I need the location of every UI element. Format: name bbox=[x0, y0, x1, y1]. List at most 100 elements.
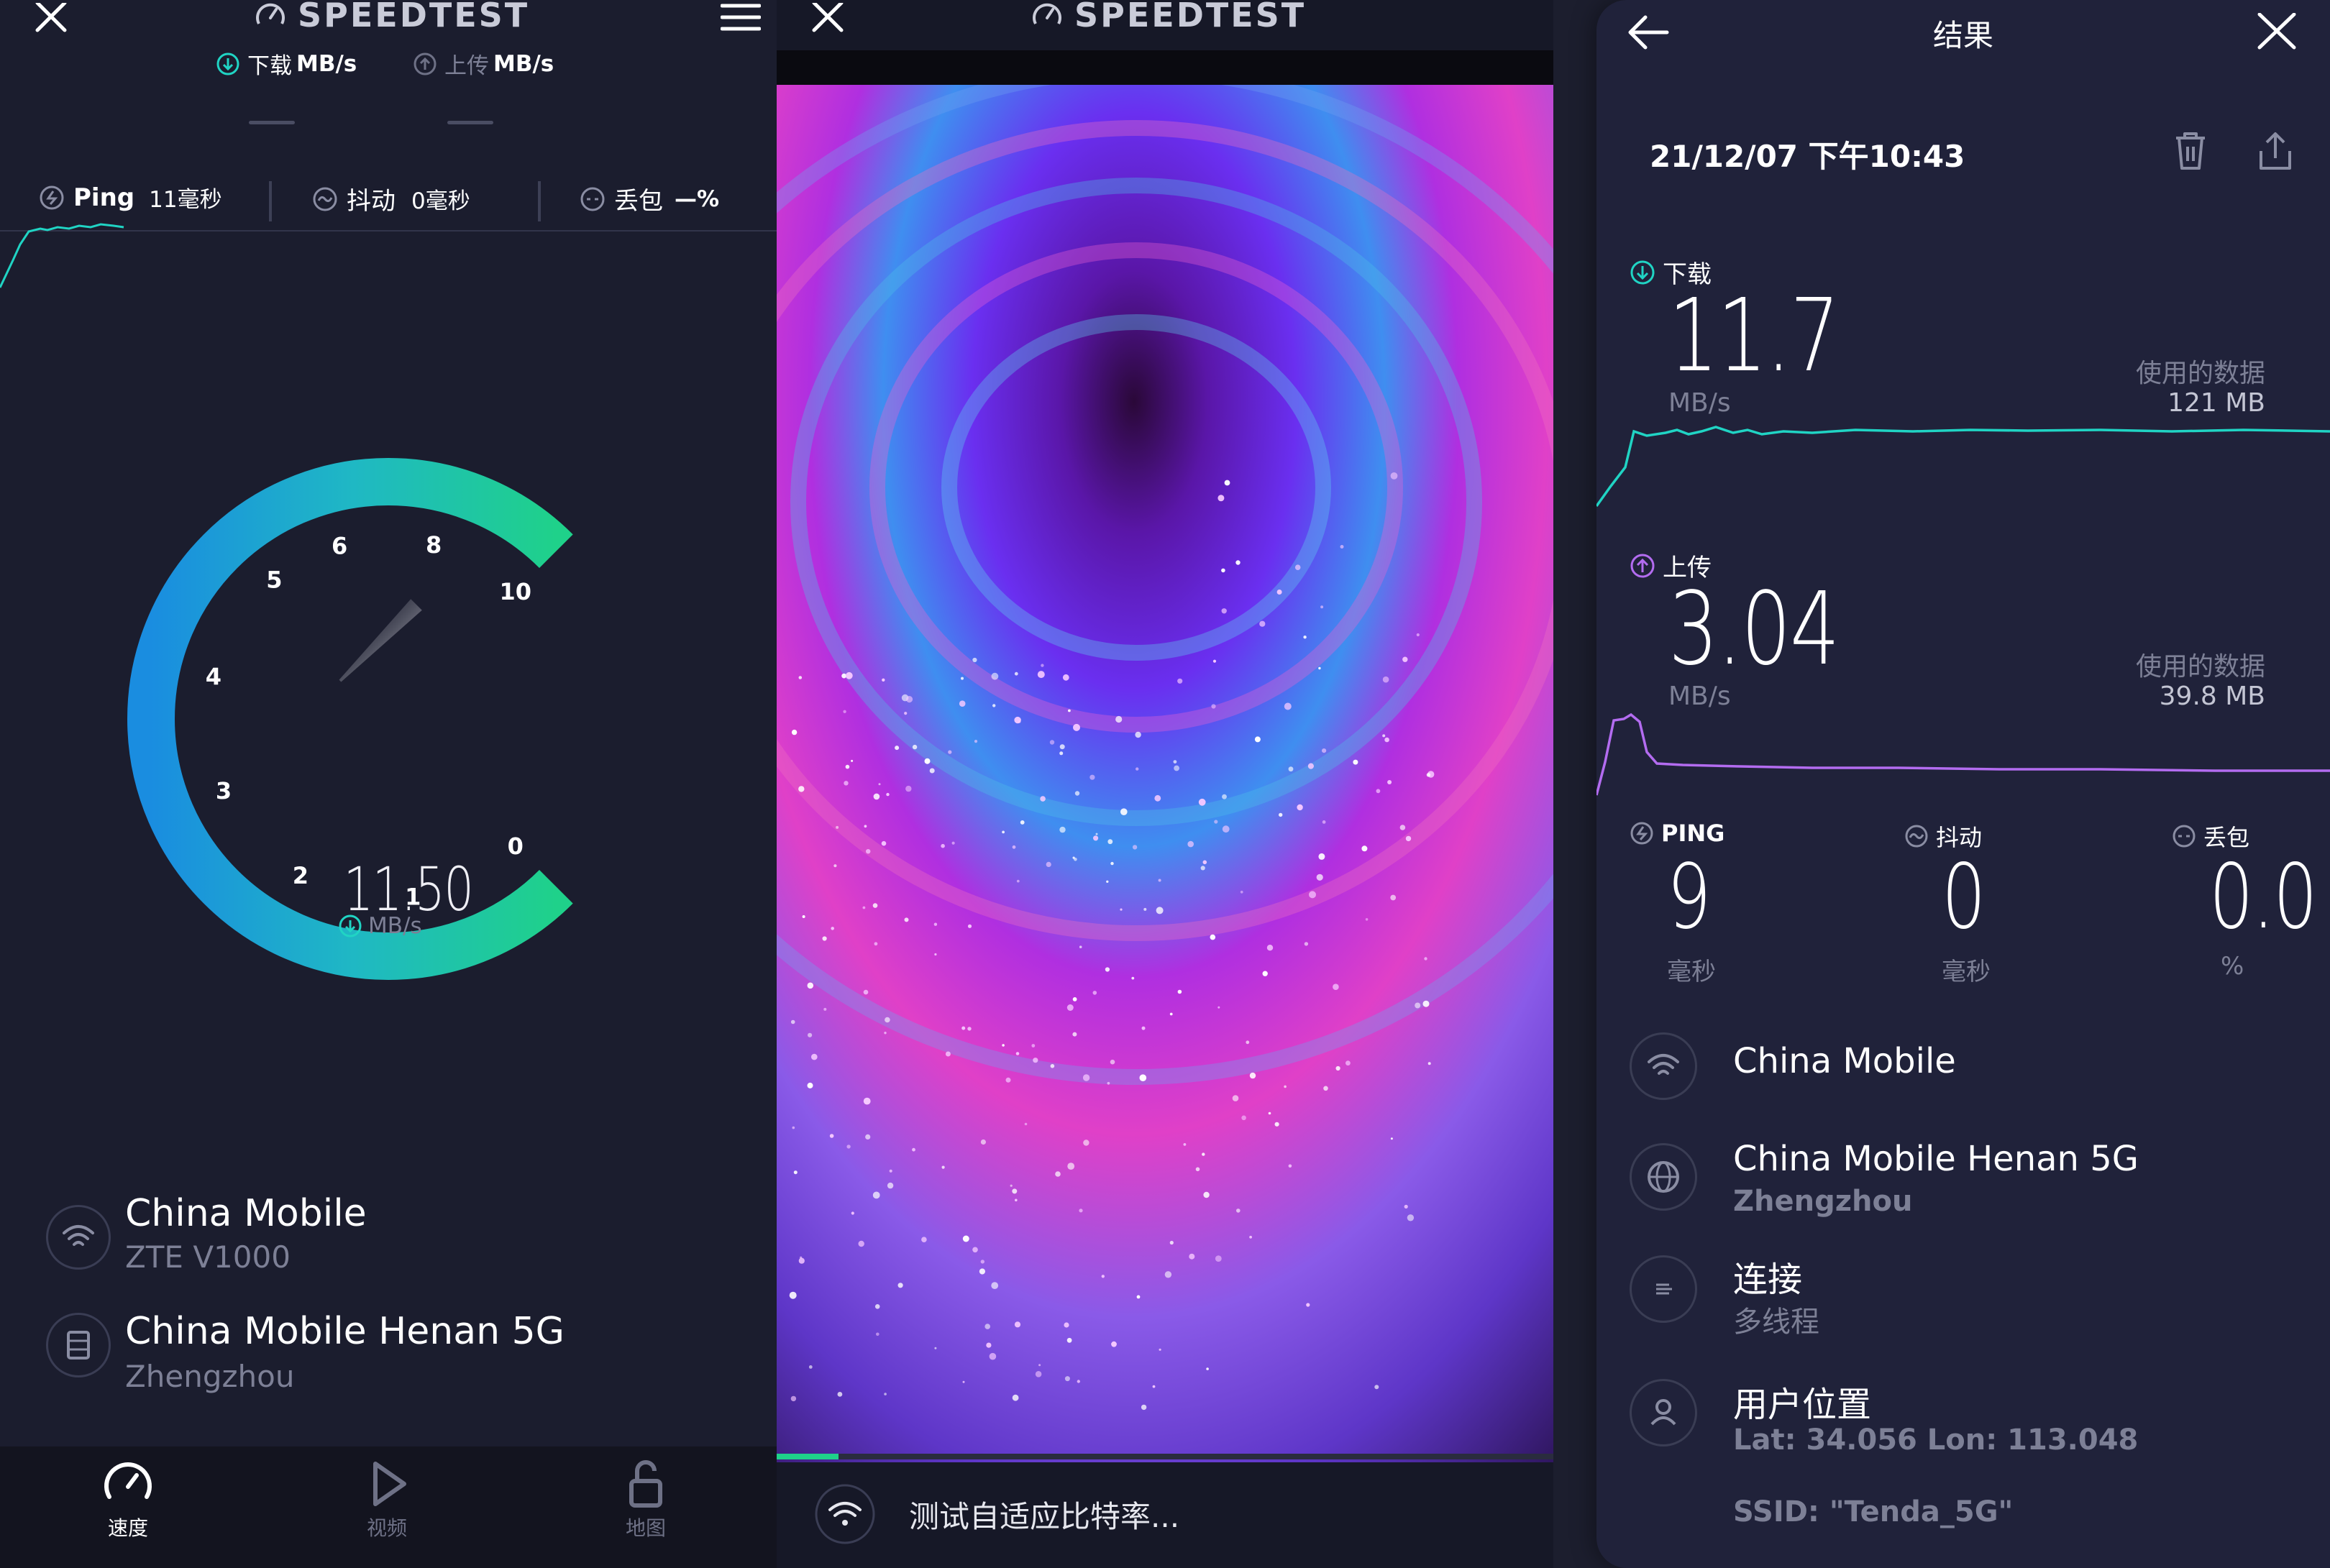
upload-data-label: 使用的数据 bbox=[2135, 652, 2265, 682]
results-panel: 结果 21/12/07 下午10:43 下载 11.7 MB/s 使用的数据 1… bbox=[1553, 0, 2330, 1568]
server-city[interactable]: Zhengzhou bbox=[125, 1359, 295, 1394]
ping-stat: PING bbox=[1630, 820, 1724, 847]
nav-video[interactable]: 视频 bbox=[322, 1455, 452, 1541]
upload-arrow-icon bbox=[413, 52, 437, 76]
download-placeholder-dash bbox=[249, 121, 295, 124]
gauge-logo-icon bbox=[253, 0, 288, 32]
loss-stat: 丢包 —% bbox=[580, 181, 719, 216]
nav-label: 速度 bbox=[107, 1516, 148, 1540]
location-value: Lat: 34.056 Lon: 113.048 bbox=[1733, 1423, 2139, 1457]
download-data-label: 使用的数据 bbox=[2135, 359, 2265, 388]
app-title-text: SPEEDTEST bbox=[298, 0, 530, 35]
close-icon[interactable] bbox=[810, 3, 846, 33]
wifi-icon bbox=[813, 1484, 877, 1544]
video-letterbox bbox=[777, 50, 1553, 85]
upload-label: 上传 bbox=[444, 53, 489, 79]
loss-value: 0.0 bbox=[2209, 845, 2318, 949]
ping-unit: 毫秒 bbox=[1667, 958, 1716, 986]
loss-value: —% bbox=[675, 185, 720, 212]
user-location-icon bbox=[1630, 1379, 1697, 1446]
download-graph bbox=[1596, 426, 2330, 508]
connections-icon bbox=[1630, 1255, 1697, 1323]
provider-name: China Mobile bbox=[125, 1192, 367, 1235]
video-test-status: 测试自适应比特率... bbox=[909, 1499, 1180, 1534]
ping-icon bbox=[39, 185, 65, 211]
video-test-panel: SPEEDTEST 测试自适应比特率... bbox=[777, 0, 1553, 1568]
upload-speed-header: 上传 MB/s bbox=[413, 47, 554, 80]
wifi-icon bbox=[46, 1205, 111, 1270]
ping-icon bbox=[1630, 821, 1654, 845]
download-value: 11.7 bbox=[1668, 278, 1840, 395]
download-speed-header: 下载 MB/s bbox=[216, 47, 357, 80]
close-icon[interactable] bbox=[33, 3, 69, 33]
gauge-tick-label: 2 bbox=[293, 862, 309, 889]
download-unit: MB/s bbox=[296, 50, 357, 77]
stat-divider bbox=[538, 181, 541, 221]
gauge-tick-label: 6 bbox=[332, 532, 347, 559]
download-arrow-icon bbox=[1630, 260, 1655, 285]
download-arrow-icon bbox=[338, 914, 362, 938]
gauge-logo-icon bbox=[1030, 0, 1064, 32]
gauge-tick-label: 0 bbox=[508, 833, 524, 860]
gauge-unit: MB/s bbox=[338, 913, 422, 939]
wifi-icon bbox=[1630, 1032, 1697, 1100]
ping-value: 11毫秒 bbox=[149, 187, 222, 213]
ssid-value: SSID: "Tenda_5G" bbox=[1733, 1495, 2014, 1528]
upload-arrow-icon bbox=[1630, 553, 1655, 579]
speedometer-icon bbox=[99, 1455, 157, 1513]
gauge-tick-label: 4 bbox=[206, 664, 221, 691]
globe-icon bbox=[1630, 1143, 1697, 1211]
speedtest-running-panel: SPEEDTEST 下载 MB/s 上传 MB/s Ping 11毫秒 抖动 0… bbox=[0, 0, 777, 1568]
results-title: 结果 bbox=[1932, 18, 1993, 53]
lock-icon bbox=[617, 1455, 675, 1513]
jitter-unit: 毫秒 bbox=[1942, 958, 1991, 986]
app-title-text: SPEEDTEST bbox=[1074, 0, 1307, 35]
app-title: SPEEDTEST bbox=[1030, 0, 1306, 35]
provider-device[interactable]: ZTE V1000 bbox=[125, 1239, 291, 1275]
server-city: Zhengzhou bbox=[1733, 1185, 1913, 1218]
location-label: 用户位置 bbox=[1733, 1385, 1872, 1425]
hamburger-icon[interactable] bbox=[721, 3, 761, 32]
jitter-icon bbox=[1904, 824, 1929, 848]
upload-placeholder-dash bbox=[447, 121, 493, 124]
app-title: SPEEDTEST bbox=[253, 0, 529, 35]
download-label: 下载 bbox=[247, 53, 292, 79]
gauge-needle bbox=[339, 599, 422, 682]
gauge-tick-label: 3 bbox=[216, 777, 232, 804]
video-progress-fill bbox=[777, 1454, 839, 1459]
nav-map[interactable]: 地图 bbox=[581, 1455, 711, 1541]
jitter-stat: 抖动 0毫秒 bbox=[312, 181, 470, 216]
ping-value: 9 bbox=[1667, 845, 1712, 949]
back-arrow-icon[interactable] bbox=[1625, 12, 1671, 53]
stat-divider bbox=[269, 181, 272, 221]
provider-name: China Mobile bbox=[1733, 1041, 1956, 1081]
close-icon[interactable] bbox=[2257, 13, 2297, 50]
share-icon[interactable] bbox=[2255, 129, 2295, 173]
ping-sparkline bbox=[0, 223, 124, 288]
nav-label: 视频 bbox=[366, 1516, 407, 1540]
server-icon bbox=[46, 1313, 111, 1377]
jitter-value: 0 bbox=[1942, 845, 1986, 949]
ping-stat: Ping 11毫秒 bbox=[39, 181, 222, 214]
download-arrow-icon bbox=[216, 52, 240, 76]
result-datetime: 21/12/07 下午10:43 bbox=[1650, 139, 1965, 174]
ping-label: PING bbox=[1661, 820, 1725, 847]
upload-unit: MB/s bbox=[493, 50, 554, 77]
ping-label: Ping bbox=[73, 183, 135, 212]
nav-speed[interactable]: 速度 bbox=[63, 1455, 193, 1541]
server-name: China Mobile Henan 5G bbox=[125, 1310, 565, 1353]
gauge-tick-label: 8 bbox=[426, 531, 442, 559]
connection-value: 多线程 bbox=[1733, 1306, 1819, 1339]
server-name: China Mobile Henan 5G bbox=[1733, 1139, 2139, 1179]
upload-graph bbox=[1596, 712, 2330, 796]
video-player[interactable] bbox=[777, 85, 1553, 1462]
video-progress-track bbox=[777, 1454, 1553, 1459]
packet-loss-icon bbox=[2172, 824, 2196, 848]
trash-icon[interactable] bbox=[2170, 129, 2211, 173]
jitter-label: 抖动 bbox=[347, 187, 396, 216]
jitter-value: 0毫秒 bbox=[411, 188, 470, 214]
download-unit: MB/s bbox=[1668, 388, 1731, 418]
upload-value: 3.04 bbox=[1668, 571, 1840, 688]
loss-label: 丢包 bbox=[614, 187, 663, 216]
jitter-icon bbox=[312, 186, 338, 212]
